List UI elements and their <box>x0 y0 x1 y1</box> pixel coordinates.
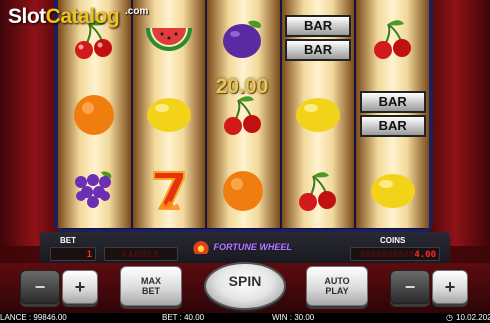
coins-value: 4.00 <box>414 250 436 260</box>
orange-icon <box>223 171 264 211</box>
reel-3 <box>207 0 280 228</box>
lemon-icon <box>146 98 191 132</box>
reel-cell <box>282 152 355 228</box>
reel-cell <box>58 152 131 228</box>
lemon-icon <box>370 174 415 208</box>
reel-cell <box>58 76 131 152</box>
date-text: 10.02.202 <box>456 313 490 322</box>
logo-part-2: Catalog <box>45 5 120 28</box>
spin-label: SPIN <box>228 273 262 289</box>
bet-plus-button[interactable]: + <box>62 270 98 304</box>
coins-plus-button[interactable]: + <box>432 270 468 304</box>
reel-4: BAR BAR <box>281 0 355 228</box>
bet-status-text: BET : 40.00 <box>162 313 205 322</box>
win-status-text: WIN : 30.00 <box>272 313 315 322</box>
orange-icon <box>74 95 115 135</box>
grapes-icon <box>75 171 112 208</box>
coins-label: COINS <box>380 236 406 245</box>
seven-icon <box>152 171 185 210</box>
reel-cell <box>133 76 206 152</box>
minus-icon: − <box>34 277 46 297</box>
balance-text: LANCE : 99846.00 <box>0 313 67 322</box>
lemon-icon <box>296 98 341 132</box>
reel-cell <box>282 76 355 152</box>
reel-cell: BAR BAR <box>282 0 355 76</box>
bet-minus-button[interactable]: − <box>20 270 60 304</box>
reel-cell <box>207 0 280 76</box>
bar-symbol: BAR <box>285 15 352 37</box>
cherry-icon <box>373 20 411 59</box>
max-bet-button[interactable]: MAX BET <box>120 266 182 306</box>
status-bar: LANCE : 99846.00 BET : 40.00 WIN : 30.00… <box>0 313 490 323</box>
auto-play-button[interactable]: AUTO PLAY <box>306 266 368 306</box>
bet-value-display: 1 <box>50 247 96 261</box>
cabinet-left-side <box>0 0 58 246</box>
bet-label: BET <box>60 236 76 245</box>
cherry-icon <box>299 172 337 211</box>
minus-icon: − <box>404 277 416 297</box>
coins-value-display: 88888888884.00 <box>350 247 440 261</box>
cabinet-right-side <box>432 0 490 246</box>
fortune-wheel-text: FORTUNE WHEEL <box>213 241 292 252</box>
plus-icon: + <box>444 277 456 297</box>
plus-icon: + <box>74 277 86 297</box>
reel-1 <box>58 0 131 228</box>
plum-icon <box>223 20 262 58</box>
reel-cell: BAR BAR <box>356 76 429 152</box>
reel-5: BAR BAR <box>356 0 429 228</box>
reel-cell <box>207 152 280 228</box>
watermelon-icon <box>145 28 192 51</box>
logo-suffix: .com <box>125 6 149 17</box>
spin-button[interactable]: SPIN <box>204 262 286 310</box>
bar-symbol: BAR <box>359 115 426 137</box>
gamble-display: GAMBLE <box>104 247 178 261</box>
win-amount-display: 20.00 <box>215 75 269 98</box>
clock-icon: ◷ <box>446 313 453 322</box>
bar-symbol: BAR <box>285 39 352 61</box>
coins-minus-button[interactable]: − <box>390 270 430 304</box>
reel-cell <box>356 152 429 228</box>
reels-area: BAR BAR BAR BAR <box>58 0 429 228</box>
slotcatalog-logo: SlotCatalog <box>8 5 120 29</box>
logo-part-1: Slot <box>8 5 46 28</box>
fortune-wheel-label: FORTUNE WHEEL <box>191 241 292 254</box>
reel-cell <box>133 152 206 228</box>
bar-symbol: BAR <box>359 91 426 113</box>
reel-2 <box>132 0 206 228</box>
fortune-wheel-icon <box>191 241 211 254</box>
coins-dim-digits: 8888888888 <box>360 250 415 260</box>
reel-cell <box>356 0 429 76</box>
